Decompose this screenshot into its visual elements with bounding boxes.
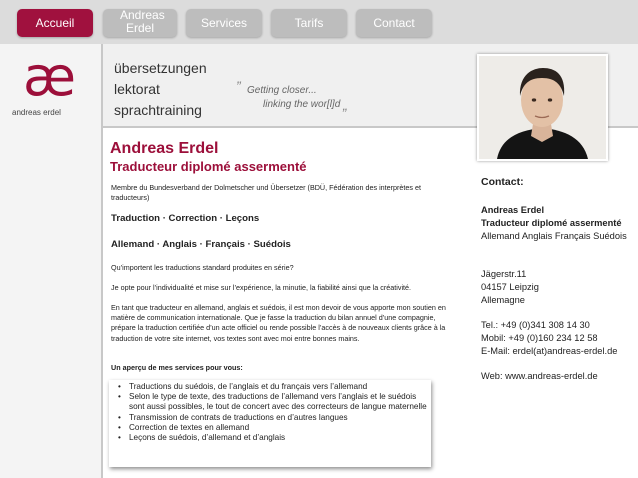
logo-name: andreas erdel [12, 108, 61, 117]
svg-text:æ: æ [24, 52, 76, 104]
tab-tarifs[interactable]: Tarifs [271, 9, 347, 37]
tab-label: Andreas Erdel [120, 7, 165, 35]
logo[interactable]: æ [23, 45, 84, 108]
tab-contact[interactable]: Contact [356, 9, 432, 37]
membership-text: Membre du Bundesverband der Dolmetscher … [111, 183, 422, 203]
quote-open-mark: ” [236, 78, 241, 94]
list-item: Selon le type de texte, des traductions … [118, 392, 431, 412]
contact-email-link[interactable]: E-Mail: erdel(at)andreas-erdel.de [481, 345, 617, 358]
ae-logo-icon: æ [23, 45, 76, 108]
sidebar: æ andreas erdel [0, 44, 103, 478]
intro-paragraph-1: Qu’importent les traductions standard pr… [111, 263, 294, 272]
contact-phone: Tel.: +49 (0)341 308 14 30 [481, 320, 590, 330]
intro-paragraph-3: En tant que traducteur en allemand, angl… [111, 303, 446, 343]
quote-line-1: Getting closer... [247, 85, 317, 96]
contact-mobile: Mobil: +49 (0)160 234 12 58 [481, 333, 598, 343]
contact-city: 04157 Leipzig [481, 282, 539, 292]
tab-label: Contact [373, 15, 415, 30]
tab-label: Services [200, 15, 247, 30]
contact-street: Jägerstr.11 [481, 269, 527, 279]
contact-name: Andreas Erdel [481, 205, 545, 215]
intro-paragraph-2: Je opte pour l’individualité et mise sur… [111, 283, 412, 292]
languages-line: Allemand · Anglais · Français · Suédois [111, 239, 291, 250]
top-navigation: Accueil Andreas Erdel Services Tarifs Co… [0, 0, 638, 44]
page-subtitle: Traducteur diplomé assermenté [110, 159, 307, 174]
portrait-photo [477, 54, 608, 161]
quote-close-mark: „ [343, 97, 348, 113]
list-item: Traductions du suédois, de l’anglais et … [118, 382, 431, 392]
quote-line-2: linking the wor[l]d [263, 99, 341, 110]
list-item: Correction de textes en allemand [118, 423, 431, 433]
tab-label: Tarifs [294, 15, 324, 30]
tab-services[interactable]: Services [186, 9, 262, 37]
tab-accueil[interactable]: Accueil [17, 9, 93, 37]
contact-title: Traducteur diplomé assermenté [481, 218, 622, 228]
tab-label: Accueil [35, 15, 75, 30]
tab-andreas-erdel[interactable]: Andreas Erdel [103, 7, 177, 37]
banner-line: sprachtraining [114, 102, 202, 118]
list-item: Transmission de contrats de traductions … [118, 413, 431, 423]
banner-line: übersetzungen [114, 60, 207, 76]
contact-heading: Contact: [481, 176, 524, 188]
contact-country: Allemagne [481, 295, 525, 305]
portrait-image [479, 56, 606, 159]
services-list-box: Traductions du suédois, de l’anglais et … [109, 380, 431, 467]
services-list: Traductions du suédois, de l’anglais et … [109, 380, 431, 443]
page-title: Andreas Erdel [110, 140, 219, 157]
contact-web-link[interactable]: Web: www.andreas-erdel.de [481, 370, 598, 383]
list-item: Leçons de suédois, d’allemand et d’angla… [118, 433, 431, 443]
services-heading: Un aperçu de mes services pour vous: [111, 363, 243, 372]
banner-line: lektorat [114, 81, 160, 97]
contact-languages: Allemand Anglais Français Suédois [481, 231, 627, 241]
services-line: Traduction · Correction · Leçons [111, 213, 260, 224]
